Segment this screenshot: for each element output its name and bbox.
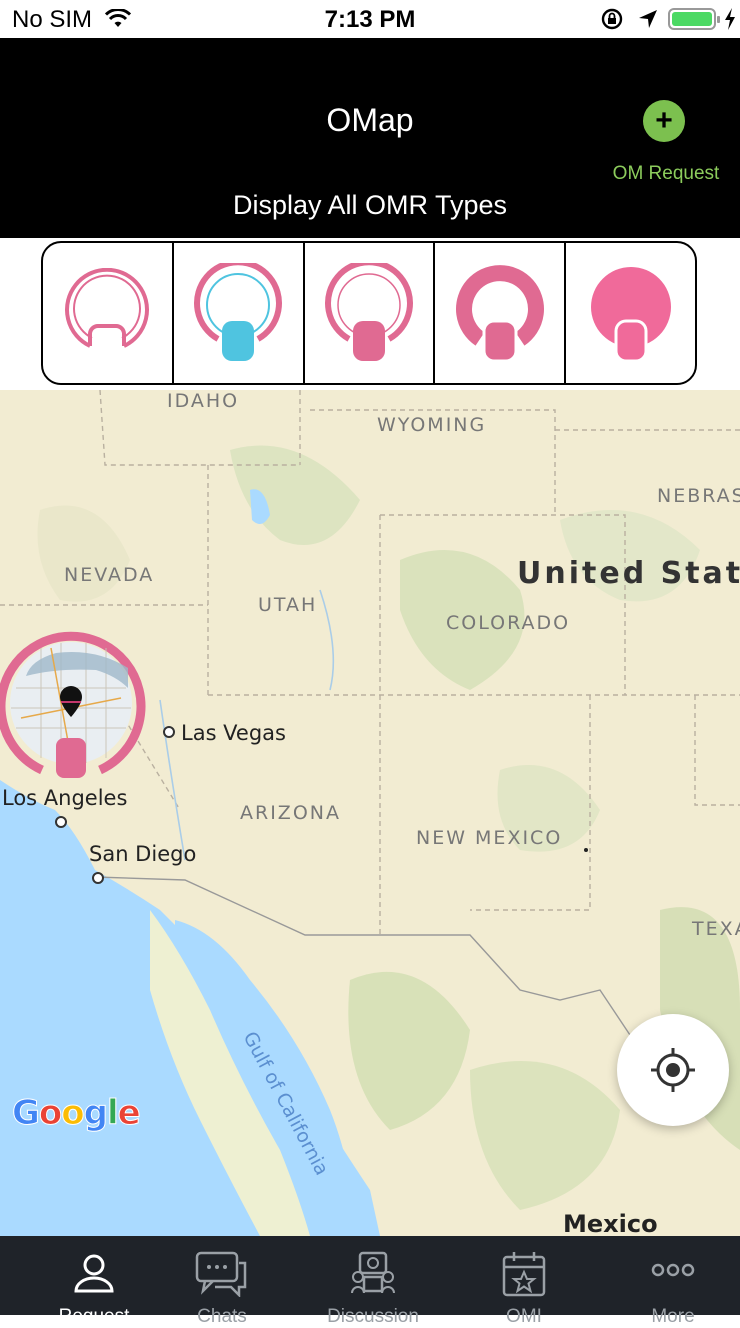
omr-pink-tag-icon — [325, 263, 413, 361]
map-label-utah: UTAH — [258, 594, 318, 616]
omr-outline-ring-icon — [65, 268, 150, 348]
om-request-button[interactable]: OM Request — [596, 163, 736, 185]
tab-label-chats: Chats — [197, 1306, 247, 1327]
google-logo: Google — [12, 1093, 142, 1134]
omr-map-marker[interactable] — [0, 628, 146, 778]
filter-omr-type-thick-ring[interactable] — [435, 243, 567, 383]
calendar-star-icon — [502, 1251, 546, 1302]
tab-discussion[interactable]: Discussion — [299, 1236, 447, 1327]
battery-icon — [668, 8, 720, 30]
tab-request[interactable]: Request — [20, 1236, 168, 1327]
filter-omr-type-outline[interactable] — [43, 243, 174, 383]
filter-omr-type-filled[interactable] — [566, 243, 695, 383]
clock: 7:13 PM — [324, 6, 416, 33]
map-label-nebraska: NEBRAS — [657, 485, 740, 507]
city-marker-los-angeles — [55, 816, 67, 828]
map-label-new-mexico: NEW MEXICO — [416, 827, 563, 849]
tab-label-request: Request — [58, 1306, 130, 1327]
charging-bolt-icon — [724, 8, 736, 37]
city-marker-san-diego — [92, 872, 104, 884]
location-arrow-icon — [637, 8, 659, 37]
tab-label-omi: OMI — [506, 1306, 542, 1327]
crosshair-icon — [651, 1048, 695, 1092]
my-location-button[interactable] — [617, 1014, 729, 1126]
map-view[interactable]: IDAHO WYOMING NEBRAS NEVADA United State… — [0, 390, 740, 1236]
tab-omi[interactable]: OMI — [450, 1236, 598, 1327]
plus-circle-icon[interactable]: + — [643, 100, 685, 142]
map-label-arizona: ARIZONA — [240, 802, 341, 824]
map-label-idaho: IDAHO — [167, 390, 240, 412]
person-icon — [72, 1251, 116, 1300]
map-label-mexico: Mexico — [563, 1210, 658, 1236]
tab-label-more: More — [651, 1306, 695, 1327]
discussion-icon — [350, 1251, 396, 1302]
map-label-wyoming: WYOMING — [377, 414, 487, 436]
battery-fill — [672, 12, 712, 26]
omr-filled-disc-icon — [590, 267, 671, 363]
tab-chats[interactable]: Chats — [148, 1236, 296, 1327]
map-label-los-angeles: Los Angeles — [2, 786, 128, 810]
filter-subtitle: Display All OMR Types — [232, 190, 508, 220]
map-label-texas: TEXA — [692, 918, 740, 940]
rotation-lock-icon — [600, 8, 624, 37]
omr-blue-tag-icon — [194, 263, 283, 361]
tab-more[interactable]: More — [599, 1236, 740, 1327]
omr-thick-ring-icon — [455, 265, 544, 363]
status-bar: No SIM 7:13 PM — [0, 0, 740, 38]
map-label-san-diego: San Diego — [89, 842, 197, 866]
page-title: OMap — [326, 102, 414, 138]
omr-type-filter-bar — [0, 238, 740, 390]
filter-omr-type-pink-tag[interactable] — [305, 243, 436, 383]
map-label-colorado: COLORADO — [446, 612, 571, 634]
city-marker-las-vegas — [163, 726, 175, 738]
filter-omr-type-blue[interactable] — [174, 243, 305, 383]
app-header: OMap + OM Request Display All OMR Types — [0, 38, 740, 238]
tab-label-discussion: Discussion — [327, 1306, 419, 1327]
chat-icon — [195, 1251, 249, 1302]
bottom-tab-bar: Request Chats Discussion OMI More — [0, 1236, 740, 1327]
map-label-las-vegas: Las Vegas — [181, 721, 286, 745]
omr-marker-icon — [0, 631, 146, 778]
map-label-country: United State — [517, 556, 740, 591]
more-icon — [651, 1262, 695, 1283]
omr-type-segmented-control — [41, 241, 697, 385]
map-label-nevada: NEVADA — [64, 564, 155, 586]
